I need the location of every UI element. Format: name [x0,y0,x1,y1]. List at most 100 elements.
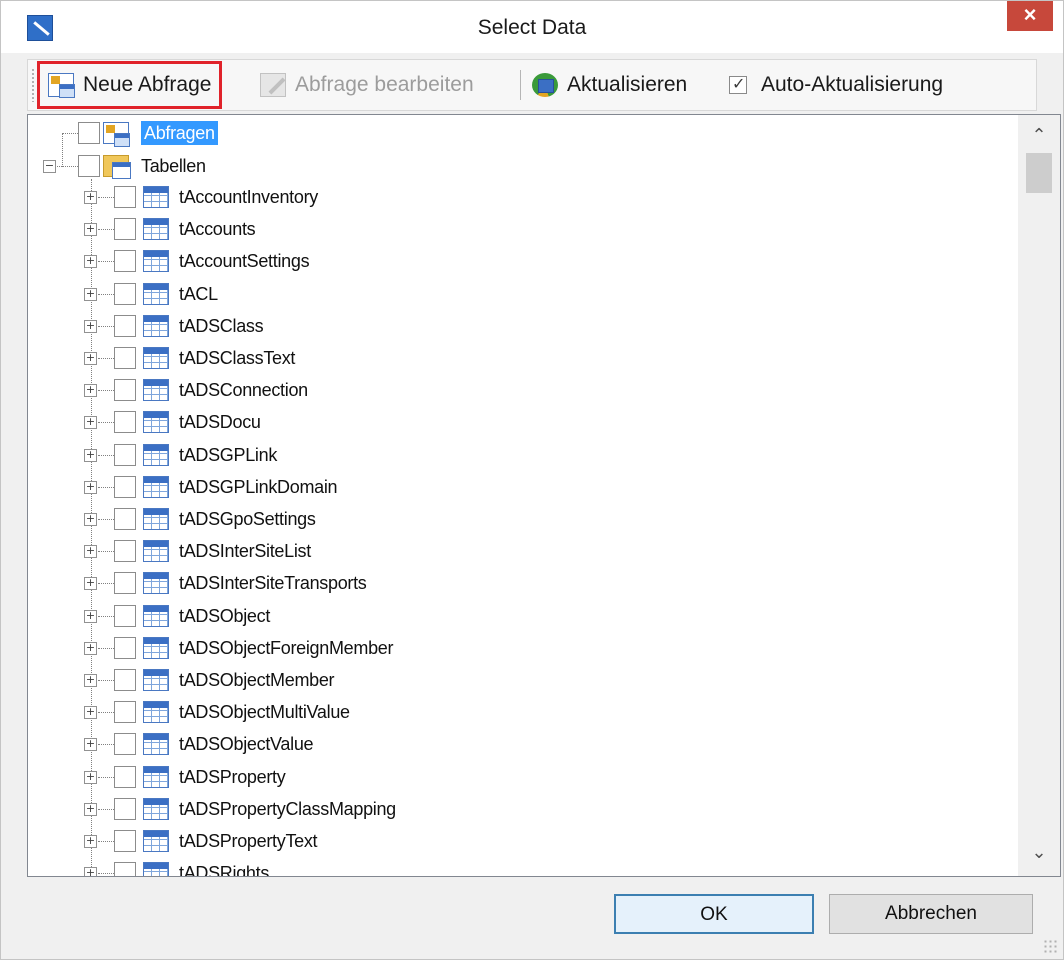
table-checkbox[interactable] [114,444,136,466]
table-checkbox[interactable] [114,379,136,401]
table-expand-icon[interactable]: + [84,706,97,719]
table-checkbox[interactable] [114,283,136,305]
edit-query-button[interactable]: Abfrage bearbeiten [260,60,474,110]
table-checkbox[interactable] [114,862,136,876]
table-expand-icon[interactable]: + [84,513,97,526]
tree-node-table[interactable]: tADSGpoSettings [179,507,316,531]
scroll-up-icon[interactable]: ⌃ [1018,121,1060,151]
table-checkbox[interactable] [114,250,136,272]
table-checkbox[interactable] [114,476,136,498]
toolbar-grip[interactable] [31,68,35,102]
refresh-icon [532,73,558,97]
tree-node-table[interactable]: tADSClassText [179,346,295,370]
close-button[interactable]: × [1007,1,1053,31]
table-checkbox[interactable] [114,605,136,627]
tree-node-table[interactable]: tADSGPLink [179,443,277,467]
ok-button[interactable]: OK [614,894,814,934]
table-checkbox[interactable] [114,669,136,691]
table-checkbox[interactable] [114,701,136,723]
cancel-button[interactable]: Abbrechen [829,894,1033,934]
table-expand-icon[interactable]: + [84,803,97,816]
table-expand-icon[interactable]: + [84,610,97,623]
table-icon [143,379,169,401]
table-checkbox[interactable] [114,186,136,208]
table-icon [143,862,169,876]
scroll-down-icon[interactable]: ⌄ [1018,838,1060,868]
vertical-scrollbar[interactable]: ⌃ ⌄ [1018,115,1060,876]
table-expand-icon[interactable]: + [84,352,97,365]
table-checkbox[interactable] [114,411,136,433]
tree-node-tabellen[interactable]: Tabellen [141,154,206,178]
tree-node-table[interactable]: tADSClass [179,314,264,338]
auto-refresh-toggle[interactable]: Auto-Aktualisierung [729,60,943,110]
tree-connector [98,680,114,681]
table-expand-icon[interactable]: + [84,384,97,397]
refresh-button[interactable]: Aktualisieren [532,60,687,110]
table-expand-icon[interactable]: + [84,674,97,687]
tree-node-table[interactable]: tADSRights [179,861,269,876]
tree-node-table[interactable]: tADSObject [179,604,270,628]
tree-node-table[interactable]: tADSConnection [179,378,308,402]
table-icon [143,411,169,433]
table-checkbox[interactable] [114,798,136,820]
tree-connector [98,358,114,359]
table-expand-icon[interactable]: + [84,642,97,655]
tree-node-table[interactable]: tAccounts [179,217,256,241]
tree-node-table[interactable]: tADSObjectForeignMember [179,636,393,660]
table-expand-icon[interactable]: + [84,191,97,204]
tree-node-table[interactable]: tAccountInventory [179,185,318,209]
tabellen-checkbox[interactable] [78,155,100,177]
tree-node-table[interactable]: tADSProperty [179,765,286,789]
table-checkbox[interactable] [114,766,136,788]
table-checkbox[interactable] [114,508,136,530]
new-query-button[interactable]: Neue Abfrage [37,61,223,109]
table-checkbox[interactable] [114,347,136,369]
tree-node-table[interactable]: tADSDocu [179,410,261,434]
tree-node-table[interactable]: tAccountSettings [179,249,310,273]
tree-connector [98,390,114,391]
select-data-dialog: Select Data × Neue Abfrage Abfrage bearb… [0,0,1064,960]
toolbar: Neue Abfrage Abfrage bearbeiten Aktualis… [27,59,1037,111]
tree-node-table[interactable]: tACL [179,282,218,306]
auto-refresh-checkbox[interactable] [729,74,747,94]
data-tree-view[interactable]: Abfragen − Tabellen + tAccountInventory + t… [27,114,1061,877]
tree-node-table[interactable]: tADSInterSiteTransports [179,571,367,595]
tree-connector [98,261,114,262]
abfragen-checkbox[interactable] [78,122,100,144]
table-expand-icon[interactable]: + [84,835,97,848]
table-checkbox[interactable] [114,637,136,659]
table-expand-icon[interactable]: + [84,255,97,268]
table-expand-icon[interactable]: + [84,320,97,333]
table-expand-icon[interactable]: + [84,867,97,876]
tree-node-abfragen[interactable]: Abfragen [141,121,218,145]
table-expand-icon[interactable]: + [84,481,97,494]
resize-grip[interactable] [1043,939,1057,953]
table-expand-icon[interactable]: + [84,223,97,236]
table-checkbox[interactable] [114,572,136,594]
table-expand-icon[interactable]: + [84,288,97,301]
table-expand-icon[interactable]: + [84,416,97,429]
tree-node-table[interactable]: tADSPropertyClassMapping [179,797,396,821]
table-icon [143,250,169,272]
table-icon [143,283,169,305]
tree-node-table[interactable]: tADSObjectMultiValue [179,700,350,724]
table-expand-icon[interactable]: + [84,577,97,590]
tree-node-table[interactable]: tADSObjectMember [179,668,335,692]
table-expand-icon[interactable]: + [84,545,97,558]
table-icon [143,218,169,240]
tree-node-table[interactable]: tADSGPLinkDomain [179,475,338,499]
tree-node-table[interactable]: tADSPropertyText [179,829,318,853]
table-checkbox[interactable] [114,830,136,852]
table-checkbox[interactable] [114,733,136,755]
table-expand-icon[interactable]: + [84,449,97,462]
table-expand-icon[interactable]: + [84,738,97,751]
table-checkbox[interactable] [114,218,136,240]
tabellen-collapse-icon[interactable]: − [43,160,56,173]
table-expand-icon[interactable]: + [84,771,97,784]
tree-node-table[interactable]: tADSInterSiteList [179,539,311,563]
table-checkbox[interactable] [114,540,136,562]
toolbar-separator [520,70,521,100]
scrollbar-thumb[interactable] [1026,153,1052,193]
tree-node-table[interactable]: tADSObjectValue [179,732,314,756]
table-checkbox[interactable] [114,315,136,337]
